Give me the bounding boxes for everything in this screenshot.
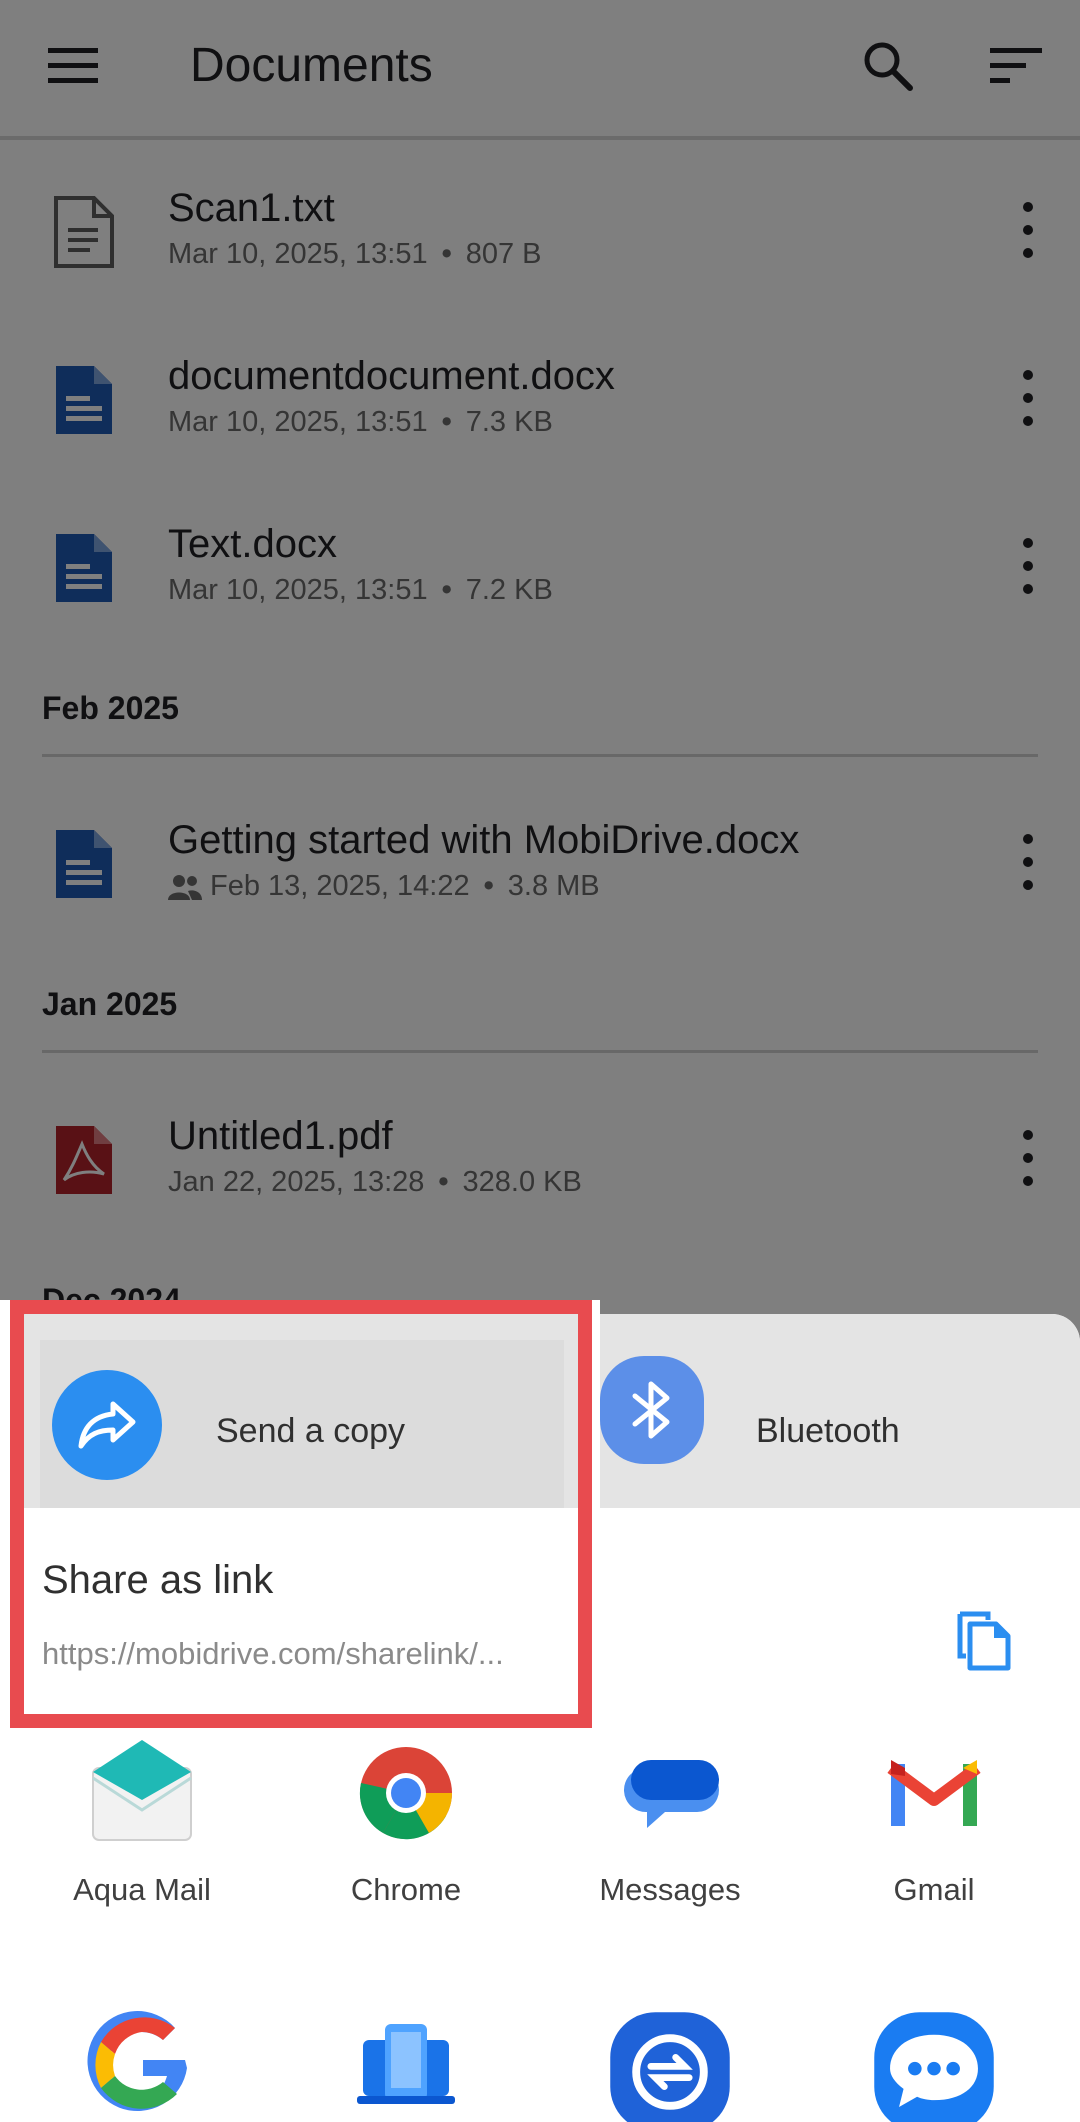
gmail-icon	[887, 1760, 981, 1826]
share-target-google[interactable]	[32, 2010, 252, 2120]
share-target-phone-link[interactable]	[296, 2010, 516, 2120]
share-target-messages[interactable]: Messages	[560, 1738, 780, 1908]
app-label: Chrome	[350, 1872, 462, 1907]
highlight-box	[10, 1300, 592, 1728]
share-target-sync-app[interactable]	[560, 2010, 780, 2122]
app-label: Gmail	[893, 1872, 975, 1907]
chat-app-icon	[874, 2012, 994, 2122]
phone-link-icon	[357, 2024, 455, 2104]
aqua-mail-icon	[92, 1740, 192, 1841]
share-target-chat-app[interactable]	[824, 2010, 1044, 2122]
app-label: Messages	[599, 1872, 741, 1907]
share-target-aqua-mail[interactable]: Aqua Mail	[32, 1738, 252, 1908]
google-icon	[87, 2011, 187, 2112]
messages-icon	[623, 1760, 719, 1828]
chrome-icon	[359, 1747, 453, 1840]
app-label: Aqua Mail	[73, 1872, 211, 1907]
sync-app-icon	[610, 2012, 730, 2122]
share-target-gmail[interactable]: Gmail	[824, 1738, 1044, 1908]
share-target-chrome[interactable]: Chrome	[296, 1738, 516, 1908]
bluetooth-icon[interactable]	[600, 1356, 704, 1464]
copy-link-icon[interactable]	[954, 1608, 1014, 1672]
bluetooth-label[interactable]: Bluetooth	[756, 1412, 900, 1451]
